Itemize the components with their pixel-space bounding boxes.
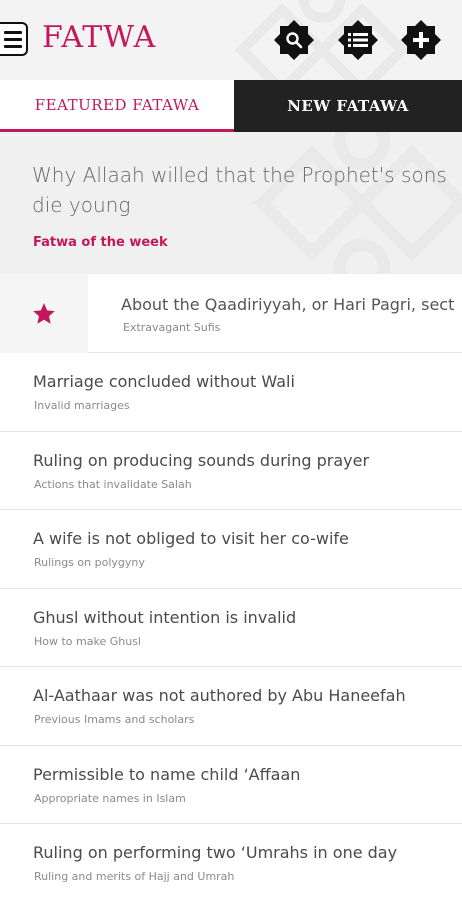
header-pattern [234,0,410,80]
list-item[interactable]: Ruling on performing two ‘Umrahs in one … [0,824,462,900]
search-icon [286,32,303,49]
menu-button[interactable] [0,22,28,56]
menu-line [4,37,22,41]
menu-line [4,30,22,34]
search-button[interactable] [274,20,314,60]
item-category: Actions that invalidate Salah [34,477,192,491]
list-item[interactable]: Ghusl without intention is invalid How t… [0,588,462,667]
app-logo: FATWA [42,20,157,55]
fatwa-of-week-label: Fatwa of the week [33,235,168,250]
item-title: Marriage concluded without Wali [33,372,295,391]
item-category: Rulings on polygyny [34,556,145,569]
item-title: Ghusl without intention is invalid [33,607,297,627]
item-category: How to make Ghusl [34,634,141,648]
item-category: Extravagant Sufis [123,321,221,334]
item-category: Previous Imams and scholars [34,713,195,726]
list-item[interactable]: Permissible to name child ‘Affaan Approp… [0,745,462,824]
item-title: Permissible to name child ‘Affaan [33,764,301,784]
item-title: About the Qaadiriyyah, or Hari Pagri, se… [121,295,455,314]
featured-star-cell [0,274,88,353]
list-button[interactable] [338,20,378,60]
fatwa-of-week-title: Why Allaah willed that the Prophet's son… [32,163,447,217]
fatwa-of-week-card[interactable]: Why Allaah willed that the Prophet's son… [0,132,462,274]
list-item[interactable]: Al-Aathaar was not authored by Abu Hanee… [0,667,462,746]
tab-new-fatawa[interactable]: NEW FATAWA [234,80,462,132]
item-title: Ruling on performing two ‘Umrahs in one … [33,843,398,862]
featured-list-item[interactable]: About the Qaadiriyyah, or Hari Pagri, se… [0,274,462,353]
list-item[interactable]: Ruling on producing sounds during prayer… [0,431,462,510]
tab-featured-fatawa[interactable]: FEATURED FATAWA [0,80,234,132]
star-icon [33,302,55,324]
item-title: Ruling on producing sounds during prayer [33,450,370,470]
item-category: Ruling and merits of Hajj and Umrah [34,870,235,883]
item-category: Invalid marriages [34,399,130,412]
item-title: A wife is not obliged to visit her co-wi… [33,529,349,548]
list-icon [348,33,368,47]
menu-line [4,44,22,48]
item-title: Al-Aathaar was not authored by Abu Hanee… [33,686,406,705]
list-item[interactable]: Marriage concluded without Wali Invalid … [0,353,462,432]
app-header: FATWA [0,0,462,80]
fatawa-list: Marriage concluded without Wali Invalid … [0,353,462,900]
add-button[interactable] [401,20,441,60]
list-item[interactable]: A wife is not obliged to visit her co-wi… [0,510,462,589]
item-category: Appropriate names in Islam [34,791,186,805]
plus-icon [413,32,429,48]
tab-bar: FEATURED FATAWA NEW FATAWA [0,80,462,132]
